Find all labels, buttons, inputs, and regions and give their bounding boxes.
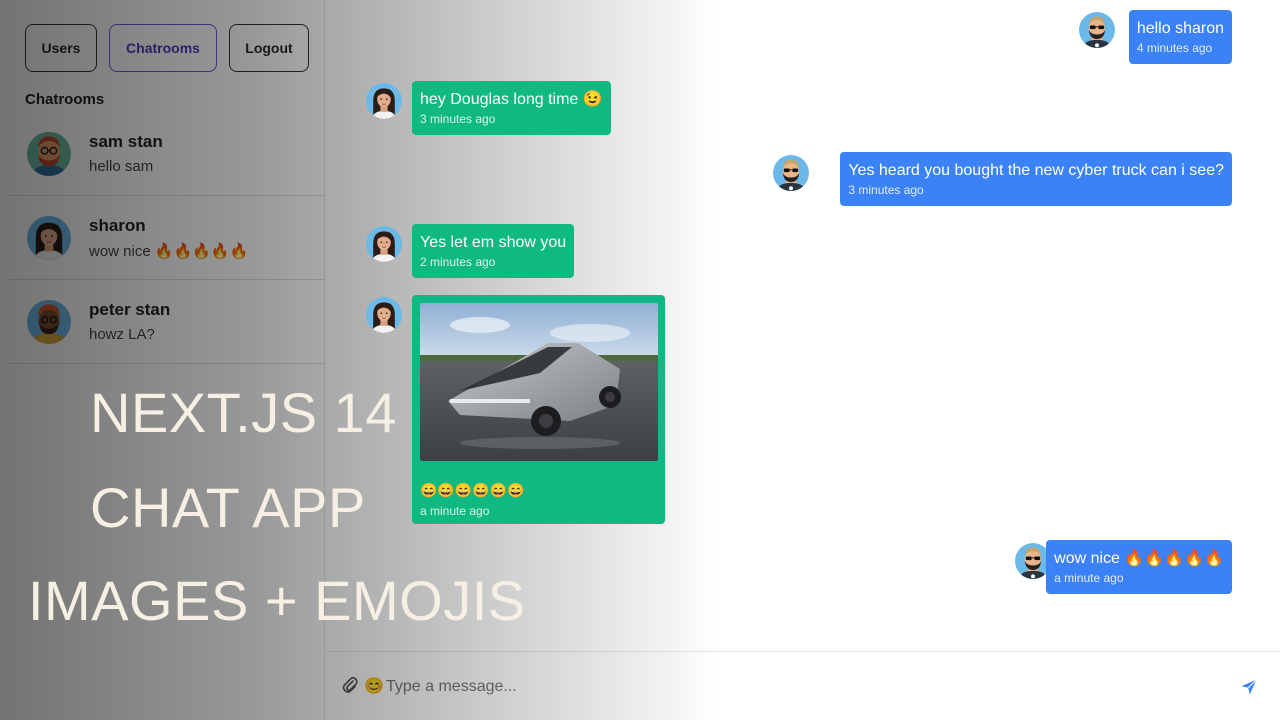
message-text: wow nice 🔥🔥🔥🔥🔥 (1054, 550, 1224, 567)
promo-title-line1: NEXT.JS 14 (90, 381, 397, 444)
chatroom-name: sharon (89, 216, 146, 235)
message-bubble-sent: hello sharon 4 minutes ago (1128, 10, 1232, 64)
message-time: a minute ago (420, 504, 490, 518)
chatroom-item-sam-stan[interactable]: sam stan hello sam (9, 112, 325, 196)
avatar (27, 300, 71, 344)
avatar (27, 216, 71, 260)
chatroom-name: sam stan (89, 132, 163, 151)
avatar (366, 83, 402, 119)
avatar (366, 226, 402, 262)
paperclip-icon[interactable] (342, 676, 358, 699)
chatroom-item-sharon[interactable]: sharon wow nice 🔥🔥🔥🔥🔥 (9, 196, 325, 280)
logout-button[interactable]: Logout (229, 24, 309, 72)
message-text: hey Douglas long time 😉 (420, 91, 603, 108)
message-bubble-sent: Yes heard you bought the new cyber truck… (840, 152, 1232, 206)
avatar (773, 155, 809, 191)
message-text: Yes let em show you (420, 234, 567, 251)
message-bubble-received: hey Douglas long time 😉 3 minutes ago (412, 81, 611, 135)
avatar (366, 297, 402, 333)
avatar (1079, 12, 1115, 48)
message-time: 2 minutes ago (420, 255, 496, 269)
emoji-smile-icon[interactable]: 😊 (364, 676, 384, 696)
chatroom-preview: howz LA? (89, 326, 155, 343)
promo-title-line2: CHAT APP (90, 476, 366, 539)
send-icon[interactable] (1240, 678, 1258, 701)
message-text: 😄😄😄😄😄😄 (420, 482, 525, 498)
message-input[interactable] (386, 672, 1206, 702)
users-button[interactable]: Users (25, 24, 97, 72)
chatroom-item-peter-stan[interactable]: peter stan howz LA? (9, 280, 325, 364)
cybertruck-photo[interactable] (420, 303, 658, 461)
message-composer: 😊 (326, 651, 1280, 720)
chatroom-preview: wow nice 🔥🔥🔥🔥🔥 (89, 243, 249, 260)
message-time: 4 minutes ago (1136, 41, 1213, 55)
chatrooms-heading: Chatrooms (25, 91, 105, 108)
chatroom-name: peter stan (89, 300, 171, 319)
message-bubble-sent: wow nice 🔥🔥🔥🔥🔥 a minute ago (1046, 540, 1232, 594)
message-text: hello sharon (1136, 20, 1224, 37)
chatroom-preview: hello sam (89, 158, 154, 175)
message-text: Yes heard you bought the new cyber truck… (848, 162, 1224, 179)
message-bubble-image: 😄😄😄😄😄😄 a minute ago (412, 295, 665, 524)
promo-title-line3: IMAGES + EMOJIS (28, 569, 526, 632)
message-time: 3 minutes ago (420, 112, 496, 126)
avatar (27, 132, 71, 176)
message-time: 3 minutes ago (848, 183, 924, 197)
chatrooms-button[interactable]: Chatrooms (109, 24, 217, 72)
message-time: a minute ago (1054, 571, 1124, 585)
message-bubble-received: Yes let em show you 2 minutes ago (412, 224, 575, 278)
top-nav: Users Chatrooms Logout (25, 24, 309, 72)
